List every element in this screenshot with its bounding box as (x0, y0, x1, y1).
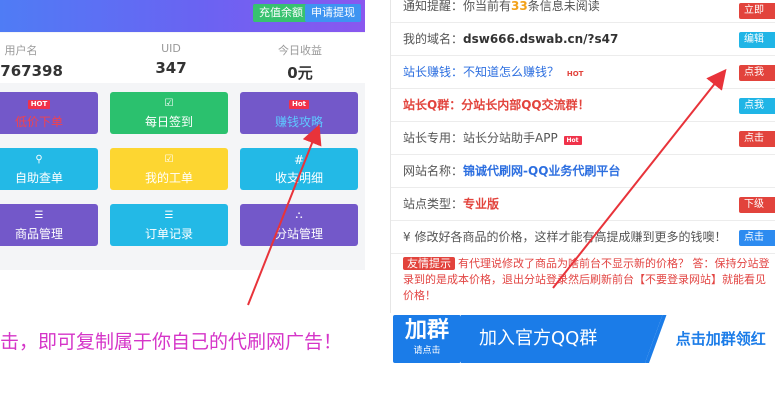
arrow-to-earning-button (552, 68, 727, 289)
arrow-to-earning-guide (247, 124, 322, 306)
annotation-arrows (247, 68, 727, 306)
